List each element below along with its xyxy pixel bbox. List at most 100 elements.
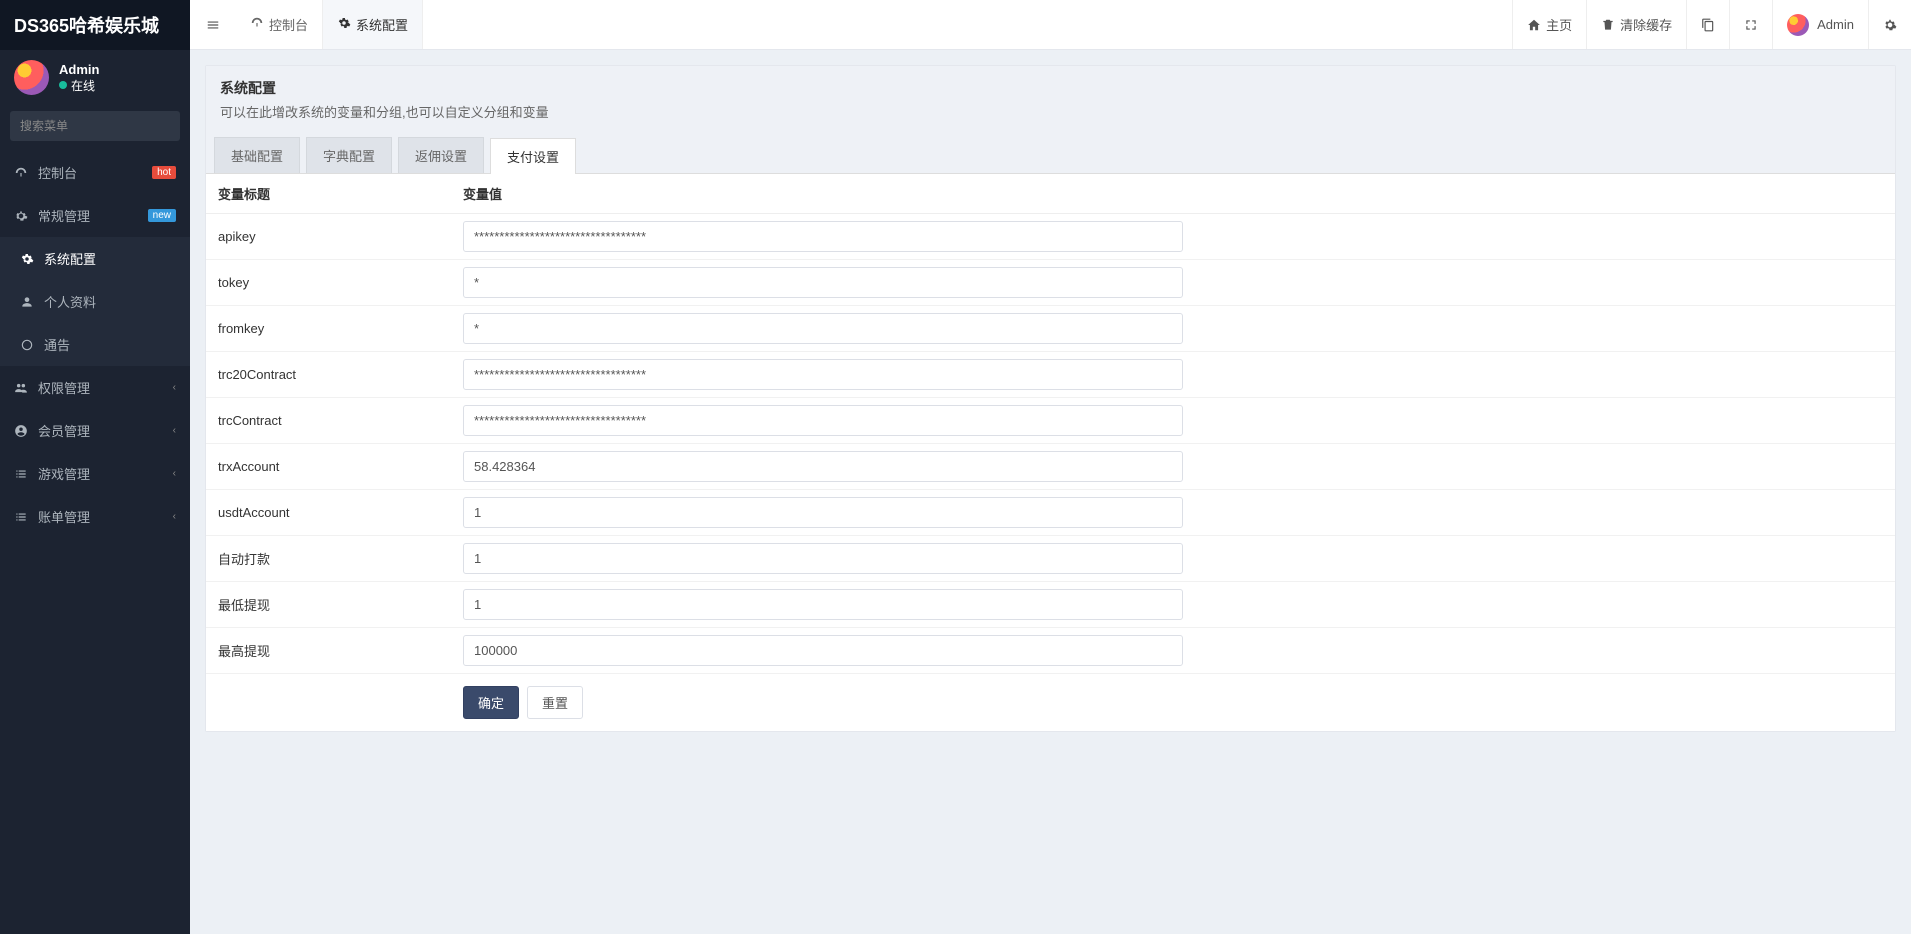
chevron-left-icon: ‹ — [173, 382, 176, 393]
menu-toggle-button[interactable] — [190, 0, 236, 49]
config-tab-0[interactable]: 基础配置 — [214, 137, 300, 173]
table-row: 自动打款 — [206, 536, 1895, 582]
table-row: trcContract — [206, 398, 1895, 444]
sidebar-item-label: 会员管理 — [38, 421, 90, 440]
table-row: tokey — [206, 260, 1895, 306]
row-input-4[interactable] — [463, 405, 1183, 436]
cog-icon — [20, 252, 34, 266]
top-user[interactable]: Admin — [1772, 0, 1868, 49]
column-value: 变量值 — [451, 174, 1895, 214]
table-row: fromkey — [206, 306, 1895, 352]
sidebar-item-5[interactable]: 权限管理 ‹ — [0, 366, 190, 409]
row-label: 自动打款 — [206, 536, 451, 582]
top-tab-1[interactable]: 系统配置 — [323, 0, 423, 49]
badge-hot: hot — [152, 166, 176, 179]
user-circle-icon — [14, 424, 28, 438]
sidebar-item-label: 账单管理 — [38, 507, 90, 526]
expand-icon — [1744, 18, 1758, 32]
chevron-left-icon: ‹ — [173, 425, 176, 436]
user-panel: Admin 在线 — [0, 50, 190, 105]
brand-title: DS365哈希娱乐城 — [0, 0, 190, 50]
row-label: usdtAccount — [206, 490, 451, 536]
table-row: 最低提现 — [206, 582, 1895, 628]
sidebar-item-label: 通告 — [44, 335, 70, 354]
row-input-1[interactable] — [463, 267, 1183, 298]
sidebar-item-label: 个人资料 — [44, 292, 96, 311]
chevron-left-icon: ‹ — [173, 468, 176, 479]
row-label: trc20Contract — [206, 352, 451, 398]
config-tabs: 基础配置字典配置返佣设置支付设置 — [206, 127, 1895, 174]
config-panel: 系统配置 可以在此增改系统的变量和分组,也可以自定义分组和变量 基础配置字典配置… — [205, 65, 1896, 732]
clear-cache-label: 清除缓存 — [1620, 15, 1672, 34]
table-row: trxAccount — [206, 444, 1895, 490]
settings-button[interactable] — [1868, 0, 1911, 49]
fullscreen-button[interactable] — [1729, 0, 1772, 49]
sidebar-item-label: 常规管理 — [38, 206, 90, 225]
sidebar-item-3[interactable]: 个人资料 — [0, 280, 190, 323]
dashboard-icon — [250, 16, 264, 33]
panel-description: 可以在此增改系统的变量和分组,也可以自定义分组和变量 — [220, 102, 1881, 121]
row-label: trxAccount — [206, 444, 451, 490]
row-label: 最高提现 — [206, 628, 451, 674]
config-table: 变量标题 变量值 apikeytokeyfromkeytrc20Contract… — [206, 174, 1895, 674]
avatar-icon — [1787, 14, 1809, 36]
row-input-0[interactable] — [463, 221, 1183, 252]
status-dot-icon — [59, 81, 67, 89]
sidebar-item-6[interactable]: 会员管理 ‹ — [0, 409, 190, 452]
row-label: fromkey — [206, 306, 451, 352]
cogs-icon — [1883, 18, 1897, 32]
nav-menu: 控制台hot常规管理new系统配置个人资料通告权限管理‹会员管理‹游戏管理‹账单… — [0, 151, 190, 538]
user-name: Admin — [59, 62, 99, 77]
top-tab-label: 系统配置 — [356, 15, 408, 34]
sidebar-item-label: 权限管理 — [38, 378, 90, 397]
table-row: trc20Contract — [206, 352, 1895, 398]
sidebar-item-4[interactable]: 通告 — [0, 323, 190, 366]
panel-title: 系统配置 — [220, 78, 1881, 98]
badge-new: new — [148, 209, 176, 222]
row-input-5[interactable] — [463, 451, 1183, 482]
config-tab-3[interactable]: 支付设置 — [490, 138, 576, 174]
row-input-6[interactable] — [463, 497, 1183, 528]
row-input-3[interactable] — [463, 359, 1183, 390]
copy-icon — [1701, 18, 1715, 32]
search-input[interactable] — [10, 119, 185, 133]
sidebar-item-label: 系统配置 — [44, 249, 96, 268]
row-label: 最低提现 — [206, 582, 451, 628]
sidebar-item-2[interactable]: 系统配置 — [0, 237, 190, 280]
circle-o-icon — [20, 338, 34, 352]
cog-icon — [337, 16, 351, 33]
row-input-9[interactable] — [463, 635, 1183, 666]
home-label: 主页 — [1546, 15, 1572, 34]
cogs-icon — [14, 209, 28, 223]
sidebar-search[interactable] — [10, 111, 180, 141]
row-input-8[interactable] — [463, 589, 1183, 620]
sidebar-item-label: 游戏管理 — [38, 464, 90, 483]
config-tab-2[interactable]: 返佣设置 — [398, 137, 484, 173]
top-tab-0[interactable]: 控制台 — [236, 0, 323, 49]
user-status: 在线 — [59, 77, 99, 94]
top-tab-label: 控制台 — [269, 15, 308, 34]
config-tab-1[interactable]: 字典配置 — [306, 137, 392, 173]
submit-button[interactable]: 确定 — [463, 686, 519, 719]
clear-cache-button[interactable]: 清除缓存 — [1586, 0, 1686, 49]
sidebar-item-7[interactable]: 游戏管理 ‹ — [0, 452, 190, 495]
copy-button[interactable] — [1686, 0, 1729, 49]
sidebar-item-1[interactable]: 常规管理 new — [0, 194, 190, 237]
user-icon — [20, 295, 34, 309]
sidebar-item-label: 控制台 — [38, 163, 77, 182]
list-icon — [14, 510, 28, 524]
status-text: 在线 — [71, 77, 95, 94]
sidebar-item-8[interactable]: 账单管理 ‹ — [0, 495, 190, 538]
avatar — [14, 60, 49, 95]
trash-icon — [1601, 18, 1615, 32]
home-button[interactable]: 主页 — [1512, 0, 1586, 49]
row-input-2[interactable] — [463, 313, 1183, 344]
row-input-7[interactable] — [463, 543, 1183, 574]
sidebar-item-0[interactable]: 控制台 hot — [0, 151, 190, 194]
row-label: apikey — [206, 214, 451, 260]
top-user-name: Admin — [1817, 17, 1854, 32]
reset-button[interactable]: 重置 — [527, 686, 583, 719]
users-icon — [14, 381, 28, 395]
chevron-left-icon: ‹ — [173, 511, 176, 522]
sidebar: DS365哈希娱乐城 Admin 在线 控制台 hot 常规管理 new 系统配置个人资… — [0, 0, 190, 934]
